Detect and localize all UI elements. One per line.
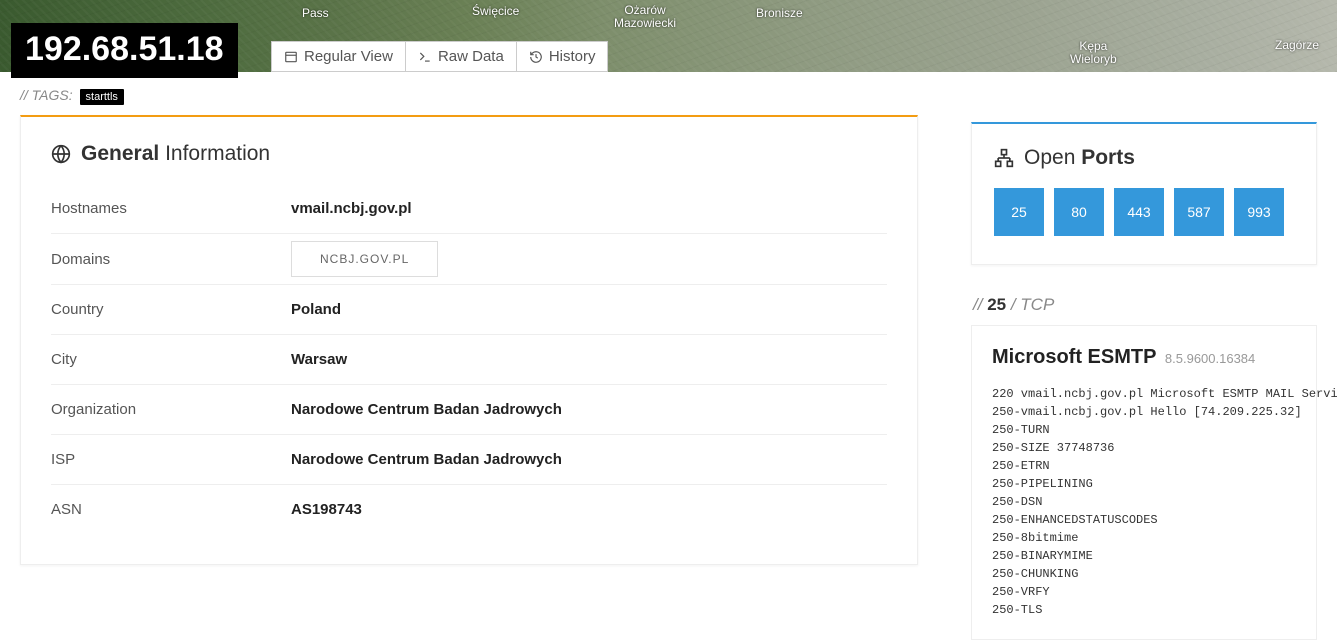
card-title: General Information — [51, 142, 887, 166]
label: Organization — [51, 401, 291, 418]
row-hostnames: Hostnames vmail.ncbj.gov.pl — [51, 184, 887, 234]
map-label: Święcice — [472, 4, 519, 18]
label: ASN — [51, 501, 291, 518]
value: Poland — [291, 301, 341, 318]
label: Domains — [51, 251, 291, 268]
map-label: Kępa Wieloryb — [1070, 40, 1117, 66]
port-badge[interactable]: 587 — [1174, 188, 1224, 236]
tab-regular-view[interactable]: Regular View — [271, 41, 406, 72]
value: Narodowe Centrum Badan Jadrowych — [291, 401, 562, 418]
label: Hostnames — [51, 200, 291, 217]
port-detail-header: // 25 / TCP — [973, 295, 1317, 315]
history-icon — [529, 50, 543, 64]
network-icon — [994, 148, 1014, 168]
view-tabs: Regular View Raw Data History — [271, 41, 608, 72]
ip-address-title: 192.68.51.18 — [11, 23, 238, 78]
service-card: Microsoft ESMTP 8.5.9600.16384 220 vmail… — [971, 325, 1317, 640]
terminal-icon — [418, 50, 432, 64]
port-badge[interactable]: 25 — [994, 188, 1044, 236]
value: Narodowe Centrum Badan Jadrowych — [291, 451, 562, 468]
tab-label: Raw Data — [438, 48, 504, 65]
row-asn: ASN AS198743 — [51, 485, 887, 534]
open-ports-card: Open Ports 25 80 443 587 993 — [971, 122, 1317, 265]
domain-badge[interactable]: NCBJ.GOV.PL — [291, 241, 438, 277]
value: vmail.ncbj.gov.pl — [291, 200, 412, 217]
service-version: 8.5.9600.16384 — [1165, 351, 1255, 366]
window-icon — [284, 50, 298, 64]
row-isp: ISP Narodowe Centrum Badan Jadrowych — [51, 435, 887, 485]
tags-label: // TAGS: — [20, 87, 73, 103]
tab-raw-data[interactable]: Raw Data — [405, 41, 517, 72]
map-label: Ożarów Mazowiecki — [614, 4, 676, 30]
tab-history[interactable]: History — [516, 41, 609, 72]
port-badge[interactable]: 993 — [1234, 188, 1284, 236]
label: ISP — [51, 451, 291, 468]
globe-icon — [51, 144, 71, 164]
service-name: Microsoft ESMTP — [992, 346, 1156, 368]
row-domains: Domains NCBJ.GOV.PL — [51, 234, 887, 285]
label: City — [51, 351, 291, 368]
tab-label: Regular View — [304, 48, 393, 65]
port-badge[interactable]: 443 — [1114, 188, 1164, 236]
label: Country — [51, 301, 291, 318]
service-banner: 220 vmail.ncbj.gov.pl Microsoft ESMTP MA… — [992, 385, 1296, 619]
row-country: Country Poland — [51, 285, 887, 335]
tab-label: History — [549, 48, 596, 65]
card-title: Open Ports — [994, 146, 1294, 170]
port-badge[interactable]: 80 — [1054, 188, 1104, 236]
map-label: Bronisze — [756, 6, 803, 20]
value: AS198743 — [291, 501, 362, 518]
value: Warsaw — [291, 351, 347, 368]
map-label: Pass — [302, 6, 329, 20]
general-info-card: General Information Hostnames vmail.ncbj… — [20, 115, 918, 565]
row-city: City Warsaw — [51, 335, 887, 385]
map-label: Zagórze — [1275, 38, 1319, 52]
map-header: Pass Święcice Ożarów Mazowiecki Bronisze… — [0, 0, 1337, 72]
port-badges: 25 80 443 587 993 — [994, 188, 1294, 236]
tag-badge[interactable]: starttls — [80, 89, 124, 105]
row-organization: Organization Narodowe Centrum Badan Jadr… — [51, 385, 887, 435]
tags-row: // TAGS: starttls — [20, 72, 971, 115]
